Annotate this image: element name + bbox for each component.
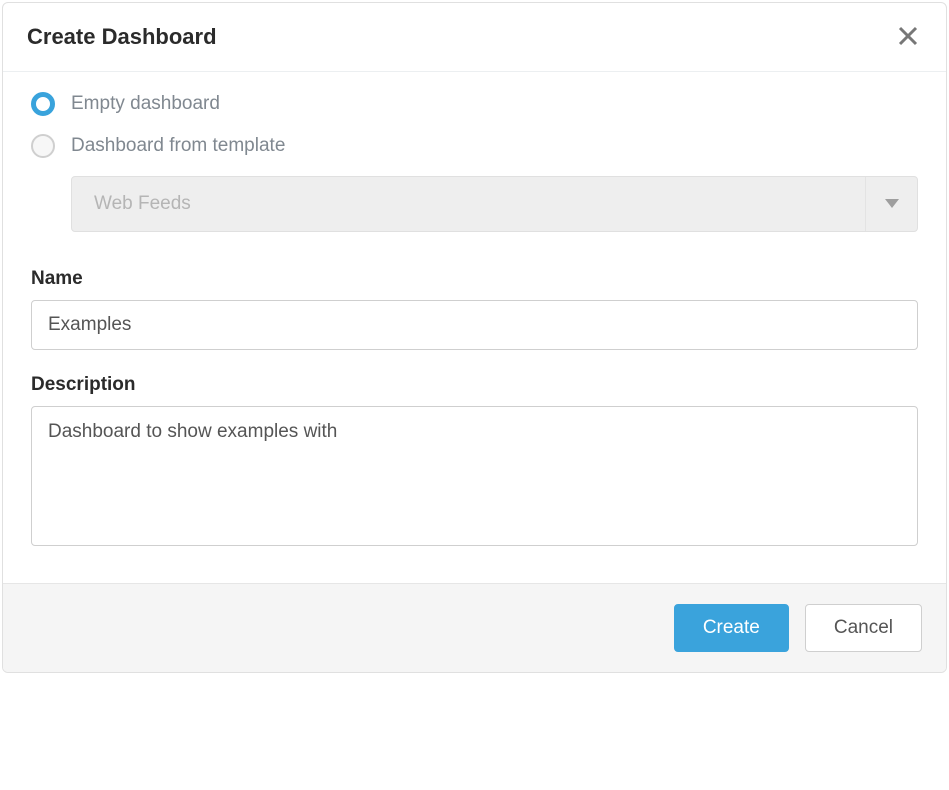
cancel-button[interactable]: Cancel [805, 604, 922, 652]
create-button[interactable]: Create [674, 604, 789, 652]
template-select-wrap: Web Feeds [71, 176, 918, 232]
radio-icon-checked [31, 92, 55, 116]
modal-header: Create Dashboard [3, 3, 946, 72]
modal-body: Empty dashboard Dashboard from template … [3, 72, 946, 583]
radio-empty-dashboard[interactable]: Empty dashboard [31, 92, 918, 116]
close-icon[interactable] [894, 21, 922, 53]
template-select-value: Web Feeds [94, 193, 191, 215]
radio-empty-label: Empty dashboard [71, 93, 220, 115]
create-dashboard-modal: Create Dashboard Empty dashboard Dashboa… [2, 2, 947, 673]
chevron-down-icon [865, 177, 917, 231]
dashboard-type-radio-group: Empty dashboard Dashboard from template [31, 92, 918, 158]
modal-footer: Create Cancel [3, 583, 946, 672]
radio-template-label: Dashboard from template [71, 135, 285, 157]
template-select[interactable]: Web Feeds [71, 176, 918, 232]
radio-template-dashboard[interactable]: Dashboard from template [31, 134, 918, 158]
name-field-group: Name [31, 268, 918, 350]
description-input[interactable] [31, 406, 918, 546]
name-label: Name [31, 268, 918, 290]
description-field-group: Description [31, 374, 918, 551]
name-input[interactable] [31, 300, 918, 350]
modal-title: Create Dashboard [27, 24, 217, 50]
description-label: Description [31, 374, 918, 396]
radio-icon-unchecked [31, 134, 55, 158]
